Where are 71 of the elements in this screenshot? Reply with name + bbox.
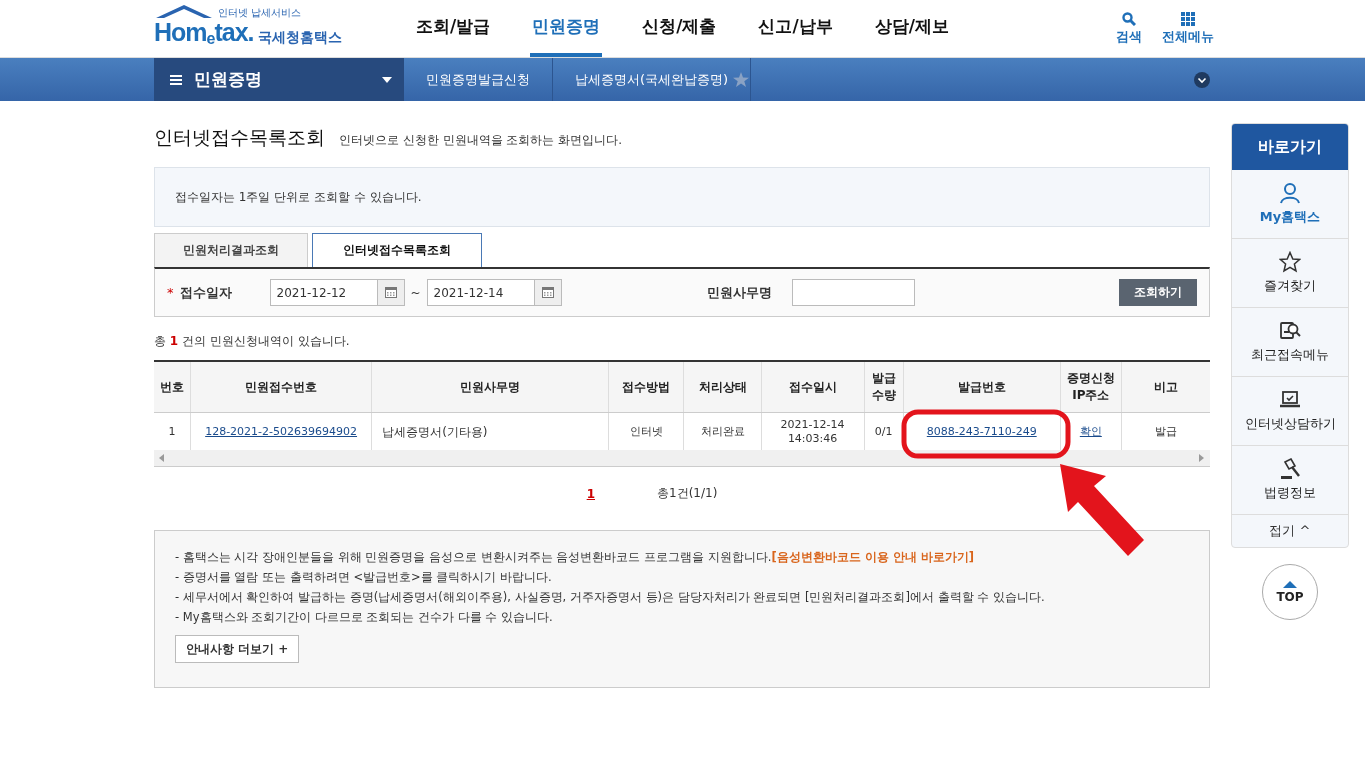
house-roof-icon — [154, 4, 214, 18]
quick-panel-title: 바로가기 — [1232, 124, 1348, 170]
search-button[interactable]: 검색 — [1116, 11, 1142, 46]
gavel-icon — [1279, 458, 1301, 480]
star-icon — [1279, 251, 1301, 273]
notice-text: 접수일자는 1주일 단위로 조회할 수 있습니다. — [175, 188, 422, 206]
fold-button[interactable]: 접기 ^ — [1232, 515, 1348, 547]
top-button[interactable]: TOP — [1262, 564, 1318, 620]
nav-tab[interactable]: 신고/납부 — [756, 0, 835, 57]
column-header: 민원사무명 — [371, 362, 609, 413]
table-link[interactable]: 8088-243-7110-249 — [926, 424, 1037, 438]
nav-tab[interactable]: 상담/제보 — [872, 0, 951, 57]
calendar-icon — [541, 287, 554, 298]
calendar-icon — [384, 287, 397, 298]
quick-menu-item[interactable]: 인터넷상담하기 — [1232, 377, 1348, 446]
column-header: 번호 — [154, 362, 191, 413]
page-total: 총1건(1/1) — [657, 485, 718, 502]
tab[interactable]: 인터넷접수목록조회 — [312, 233, 482, 267]
page-subtitle: 인터넷으로 신청한 민원내역을 조회하는 화면입니다. — [339, 132, 623, 149]
quick-menu-item[interactable]: My홈택스 — [1232, 170, 1348, 239]
guide-text: - 세무서에서 확인하여 발급하는 증명(납세증명서(해외이주용), 사실증명, 거주자증명서 등)은 담당자처리가 완료되면 [민원처리결과조회]에서 출력할 수 있습니다. — [175, 589, 1046, 605]
table-link[interactable]: 128-2021-2-502639694902 — [205, 424, 358, 438]
logo-name: 국세청홈택스 — [257, 29, 342, 47]
column-header: 증명신청 IP주소 — [1060, 362, 1122, 413]
scroll-right-icon — [1199, 454, 1205, 462]
person-icon — [1279, 182, 1301, 204]
service-name-label: 민원사무명 — [706, 283, 772, 302]
date-label: 접수일자 — [179, 283, 233, 302]
scroll-left-icon — [159, 454, 165, 462]
quick-menu-item[interactable]: 최근접속메뉴 — [1232, 308, 1348, 377]
result-summary: 총 1 건의 민원신청내역이 있습니다. — [154, 333, 351, 350]
guide-text: - 홈택스는 시각 장애인분들을 위해 민원증명을 음성으로 변환시켜주는 음성변환바코드 프로그램을 지원합니다.[음성변환바코드 이용 안내 바로가기] — [175, 549, 975, 565]
quick-menu-item[interactable]: 즐겨찾기 — [1232, 239, 1348, 308]
required-mark: * — [167, 285, 174, 300]
more-button[interactable]: 안내사항 더보기 + — [175, 635, 300, 663]
column-header: 처리상태 — [683, 362, 762, 413]
up-arrow-icon — [1283, 580, 1297, 588]
column-header: 접수방법 — [608, 362, 684, 413]
column-header: 접수일시 — [761, 362, 865, 413]
calendar-button[interactable] — [377, 279, 405, 306]
page-link[interactable]: 1 — [586, 486, 595, 501]
guide-text: - 증명서를 열람 또는 출력하려면 <발급번호>를 클릭하시기 바랍니다. — [175, 569, 553, 585]
logo-tagline: 인터넷 납세서비스 — [218, 7, 302, 18]
nav-tab[interactable]: 신청/제출 — [640, 0, 719, 57]
table-cell: 1 — [154, 412, 191, 450]
column-header: 발급번호 — [903, 362, 1061, 413]
nav-tab[interactable]: 조회/발급 — [414, 0, 493, 57]
breadcrumb-link[interactable]: 민원증명발급신청 — [404, 58, 553, 101]
date-field[interactable]: 2021-12-12 — [269, 279, 378, 306]
logo-wordmark: Hom$_{e}$tax. — [154, 18, 254, 49]
column-header: 민원접수번호 — [190, 362, 372, 413]
menu-icon — [1181, 11, 1195, 26]
date-field[interactable]: 2021-12-14 — [426, 279, 535, 306]
guide-text: - My홈택스와 조회기간이 다르므로 조회되는 건수가 다를 수 있습니다. — [175, 609, 554, 625]
calendar-button[interactable] — [534, 279, 562, 306]
menu-icon — [170, 74, 182, 85]
tab[interactable]: 민원처리결과조회 — [154, 233, 308, 267]
document-search-icon — [1279, 320, 1301, 342]
range-separator: ~ — [410, 285, 421, 300]
search-button[interactable]: 조회하기 — [1119, 279, 1197, 306]
quick-menu-item[interactable]: 법령정보 — [1232, 446, 1348, 515]
table-link[interactable]: 확인 — [1079, 424, 1102, 438]
menu-dropdown[interactable]: 민원증명 — [154, 58, 404, 101]
service-name-field[interactable] — [791, 279, 915, 306]
caret-icon — [382, 76, 392, 83]
column-header: 비고 — [1121, 362, 1210, 413]
menu-button[interactable]: 전체메뉴 — [1162, 11, 1214, 46]
page-title: 인터넷접수목록조회 — [154, 125, 325, 150]
column-header: 발급 수량 — [864, 362, 904, 413]
chevron-down-icon — [1194, 71, 1210, 88]
search-icon — [1122, 11, 1136, 26]
